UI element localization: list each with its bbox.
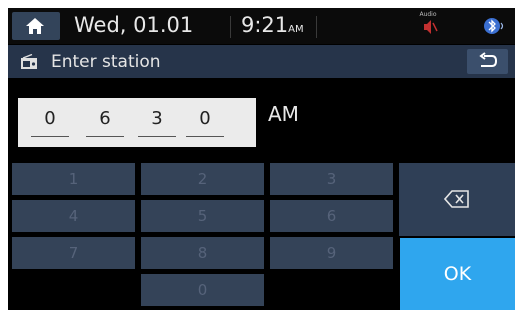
- divider: [316, 16, 317, 38]
- home-button[interactable]: [12, 12, 60, 40]
- home-icon: [26, 18, 44, 34]
- frequency-digit: 0: [44, 108, 56, 129]
- digit-underline: [186, 136, 224, 137]
- frequency-digit: 3: [151, 108, 163, 129]
- keypad-key-8[interactable]: 8: [141, 237, 264, 269]
- clock-time: 9:21: [241, 13, 289, 37]
- divider: [230, 16, 231, 38]
- ok-button[interactable]: OK: [400, 238, 515, 310]
- frequency-digit: 6: [99, 108, 111, 129]
- bluetooth-status: [482, 14, 506, 38]
- bluetooth-icon: [484, 18, 504, 34]
- keypad-key-3[interactable]: 3: [270, 163, 393, 195]
- keypad-key-9[interactable]: 9: [270, 237, 393, 269]
- keypad-key-4[interactable]: 4: [12, 200, 135, 232]
- frequency-input[interactable]: 0 6 3 0: [18, 98, 256, 147]
- back-arrow-icon: [479, 52, 498, 67]
- back-button[interactable]: [467, 49, 508, 74]
- band-label: AM: [268, 102, 299, 126]
- clock-display: 9:21AM: [241, 13, 304, 37]
- keypad-key-7[interactable]: 7: [12, 237, 135, 269]
- digit-underline: [138, 136, 176, 137]
- radio-icon: [21, 54, 37, 69]
- audio-status: Audio: [413, 11, 443, 41]
- keypad-key-0[interactable]: 0: [141, 274, 264, 306]
- keypad-key-2[interactable]: 2: [141, 163, 264, 195]
- date-display: Wed, 01.01: [74, 13, 194, 37]
- frequency-digit: 0: [199, 108, 211, 129]
- keypad-key-1[interactable]: 1: [12, 163, 135, 195]
- page-title: Enter station: [51, 52, 161, 72]
- station-entry-screen: Wed, 01.01 9:21AM Audio Enter station 0 …: [8, 8, 515, 310]
- keypad-key-5[interactable]: 5: [141, 200, 264, 232]
- status-bar: Wed, 01.01 9:21AM Audio: [8, 8, 515, 44]
- backspace-button[interactable]: [399, 163, 515, 236]
- digit-underline: [86, 136, 124, 137]
- audio-label: Audio: [419, 11, 437, 18]
- title-bar: Enter station: [8, 45, 515, 78]
- keypad-key-6[interactable]: 6: [270, 200, 393, 232]
- digit-underline: [31, 136, 69, 137]
- clock-suffix: AM: [288, 24, 304, 35]
- backspace-icon: [444, 190, 469, 208]
